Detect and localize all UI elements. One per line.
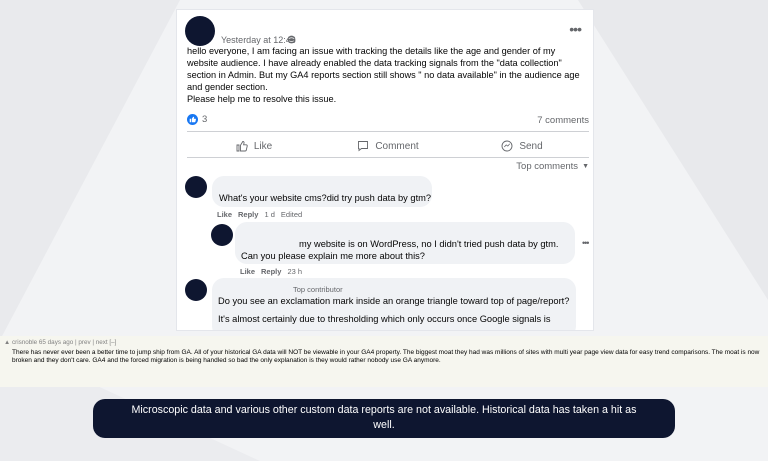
post-timestamp[interactable]: Yesterday at 12:46 — [221, 35, 296, 45]
comment-actions: Like Reply 1 d Edited — [217, 210, 302, 219]
hn-comment-meta[interactable]: ▲ crisnoble 65 days ago | prev | next [–… — [4, 339, 116, 346]
caption-box: Microscopic data and various other custo… — [93, 399, 675, 438]
post-text-paragraph: Please help me to resolve this issue. — [187, 94, 337, 104]
comment-icon — [358, 141, 369, 152]
reaction-count: 3 — [202, 114, 208, 125]
like-label: Like — [253, 140, 273, 152]
like-button[interactable]: Like — [187, 136, 321, 156]
chevron-down-icon: ▼ — [582, 163, 589, 170]
facebook-post-card: Yesterday at 12:46 ••• hello everyone, I… — [177, 10, 593, 330]
caption-text: Microscopic data and various other custo… — [131, 404, 637, 431]
post-text-paragraph: hello everyone, I am facing an issue wit… — [187, 46, 580, 92]
comment-edited: Edited — [280, 210, 303, 219]
like-badge-icon — [187, 114, 198, 125]
send-icon — [501, 140, 513, 152]
reply-reply-link[interactable]: Reply — [261, 267, 281, 276]
comment-text-line: Do you see an exclamation mark inside an… — [218, 296, 570, 306]
reply-actions: Like Reply 23 h — [240, 267, 302, 276]
reply-time[interactable]: 23 h — [287, 267, 302, 276]
background-shape — [0, 0, 180, 340]
hacker-news-comment: ▲ crisnoble 65 days ago | prev | next [–… — [0, 336, 768, 387]
background-shape — [578, 0, 768, 300]
sort-comments-dropdown[interactable]: Top comments ▼ — [516, 161, 589, 172]
send-label: Send — [519, 140, 543, 152]
commenter-avatar[interactable] — [185, 176, 207, 198]
comment-text-line: It's almost certainly due to thresholdin… — [218, 314, 551, 324]
send-button[interactable]: Send — [455, 136, 589, 156]
comment-count-link[interactable]: 7 comments — [537, 115, 589, 126]
comment-text: What's your website cms?did try push dat… — [219, 193, 432, 203]
comment-reply-link[interactable]: Reply — [238, 210, 258, 219]
more-options-icon[interactable]: ••• — [569, 22, 582, 36]
sort-label: Top comments — [516, 161, 579, 172]
comment-button[interactable]: Comment — [321, 136, 455, 156]
divider — [187, 131, 589, 132]
author-avatar[interactable] — [185, 16, 215, 46]
globe-icon — [287, 35, 296, 44]
divider — [187, 157, 589, 158]
post-actions-bar: Like Comment Send — [187, 136, 589, 156]
post-body: hello everyone, I am facing an issue wit… — [187, 45, 587, 105]
top-contributor-badge: Top contributor — [293, 285, 343, 294]
more-options-icon[interactable]: ••• — [582, 238, 590, 248]
comment-label: Comment — [375, 140, 419, 152]
reply-like-link[interactable]: Like — [240, 267, 255, 276]
like-icon — [236, 141, 248, 152]
commenter-avatar[interactable] — [211, 224, 233, 246]
hn-comment-text: There has never ever been a better time … — [12, 349, 760, 364]
reactions-summary[interactable]: 3 — [187, 114, 207, 125]
reply-text-line: Can you please explain me more about thi… — [241, 251, 425, 261]
comment-like-link[interactable]: Like — [217, 210, 232, 219]
reply-text-line: my website is on WordPress, no I didn't … — [299, 239, 559, 249]
comment-time[interactable]: 1 d — [264, 210, 274, 219]
commenter-avatar[interactable] — [185, 279, 207, 301]
